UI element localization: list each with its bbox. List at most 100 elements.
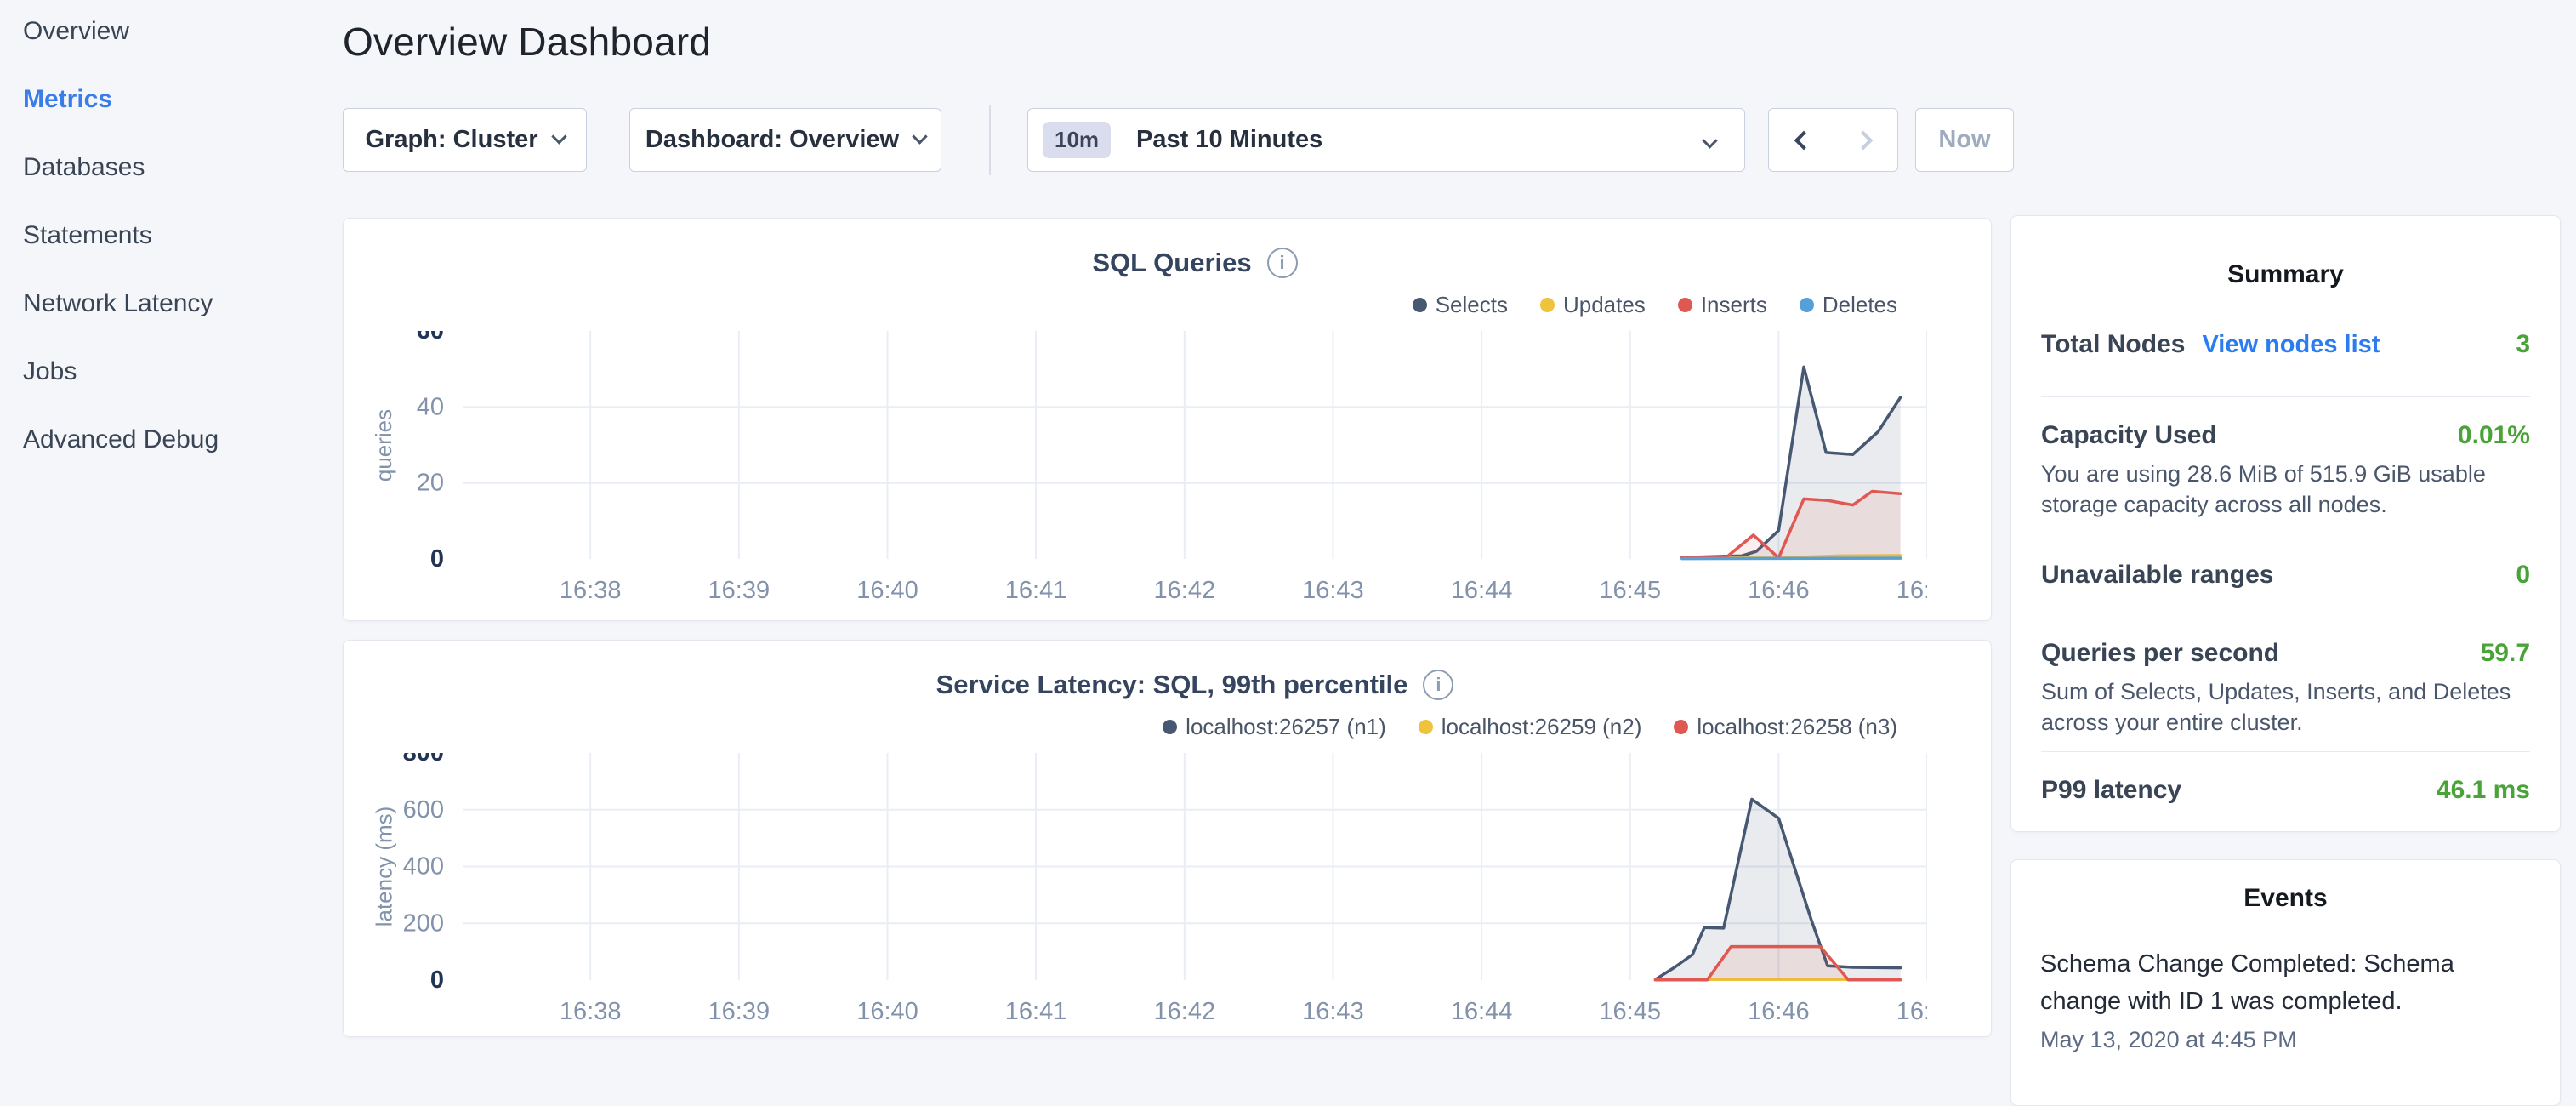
time-step-buttons	[1768, 108, 1898, 172]
sidebar: Overview Metrics Databases Statements Networ…	[23, 19, 329, 495]
svg-text:16:45: 16:45	[1599, 577, 1661, 604]
svg-text:40: 40	[417, 393, 444, 420]
svg-text:20: 20	[417, 470, 444, 497]
time-back-button[interactable]	[1769, 109, 1834, 171]
svg-text:16:38: 16:38	[560, 577, 622, 604]
sidebar-item-jobs[interactable]: Jobs	[23, 359, 329, 385]
event-item[interactable]: Schema Change Completed: Schema change w…	[2011, 945, 2560, 1053]
chevron-left-icon	[1794, 130, 1813, 150]
summary-panel: Summary Total Nodes View nodes list 3 Ca…	[2010, 215, 2561, 832]
total-nodes-label: Total Nodes	[2041, 330, 2185, 359]
svg-text:16:40: 16:40	[856, 998, 918, 1025]
sidebar-item-overview[interactable]: Overview	[23, 19, 329, 44]
svg-text:16:44: 16:44	[1451, 577, 1513, 604]
capacity-label: Capacity Used	[2041, 421, 2217, 450]
now-button[interactable]: Now	[1915, 108, 2014, 172]
svg-text:16:42: 16:42	[1154, 577, 1216, 604]
chevron-down-icon	[551, 128, 566, 144]
legend-item: localhost:26258 (n3)	[1674, 714, 1897, 740]
svg-text:400: 400	[403, 853, 444, 881]
qps-label: Queries per second	[2041, 639, 2279, 668]
event-text: Schema Change Completed: Schema change w…	[2040, 945, 2531, 1020]
qps-value: 59.7	[2481, 639, 2530, 668]
now-button-label: Now	[1938, 126, 1990, 154]
summary-row-qps: Queries per second 59.7 Sum of Selects, …	[2041, 613, 2530, 752]
series-dot-icon	[1678, 298, 1692, 312]
sidebar-item-statements[interactable]: Statements	[23, 223, 329, 248]
svg-text:16:39: 16:39	[708, 577, 771, 604]
time-range-label: Past 10 Minutes	[1136, 126, 1322, 154]
sidebar-item-databases[interactable]: Databases	[23, 155, 329, 180]
events-panel: Events Schema Change Completed: Schema c…	[2010, 859, 2561, 1106]
chevron-down-icon	[912, 128, 927, 144]
chart-title: SQL Queries	[1092, 248, 1251, 278]
p99-latency-label: P99 latency	[2041, 776, 2181, 805]
series-dot-icon	[1163, 720, 1177, 734]
time-range-badge: 10m	[1043, 122, 1111, 158]
qps-caption: Sum of Selects, Updates, Inserts, and De…	[2041, 676, 2530, 738]
svg-text:16:41: 16:41	[1005, 577, 1067, 604]
service-latency-chart-card: Service Latency: SQL, 99th percentile i …	[343, 640, 1992, 1037]
series-dot-icon	[1419, 720, 1433, 734]
chart-legend: localhost:26257 (n1) localhost:26259 (n2)…	[1163, 714, 1897, 740]
time-range-dropdown[interactable]: 10m Past 10 Minutes	[1027, 108, 1745, 172]
svg-text:0: 0	[430, 966, 444, 994]
dashboard-dropdown[interactable]: Dashboard: Overview	[629, 108, 941, 172]
sidebar-item-network-latency[interactable]: Network Latency	[23, 291, 329, 316]
info-icon[interactable]: i	[1267, 248, 1298, 278]
svg-text:16:46: 16:46	[1748, 998, 1810, 1025]
summary-row-total-nodes: Total Nodes View nodes list 3	[2041, 289, 2530, 397]
legend-item: Inserts	[1678, 292, 1767, 318]
svg-text:16:44: 16:44	[1451, 998, 1513, 1025]
legend-item: Deletes	[1800, 292, 1897, 318]
svg-text:16:45: 16:45	[1599, 998, 1661, 1025]
legend-item: localhost:26259 (n2)	[1419, 714, 1642, 740]
chart-legend: Selects Updates Inserts Deletes	[1413, 292, 1897, 318]
capacity-value: 0.01%	[2458, 421, 2530, 450]
svg-text:60: 60	[417, 331, 444, 345]
unavailable-ranges-value: 0	[2516, 561, 2530, 590]
svg-text:800: 800	[403, 753, 444, 767]
chevron-down-icon	[1702, 133, 1717, 148]
legend-item: Updates	[1540, 292, 1646, 318]
graph-dropdown-label: Graph: Cluster	[365, 126, 537, 154]
sql-queries-chart-card: SQL Queries i Selects Updates Inserts Delet…	[343, 218, 1992, 621]
legend-item: localhost:26257 (n1)	[1163, 714, 1386, 740]
svg-text:600: 600	[403, 796, 444, 824]
svg-text:16:43: 16:43	[1302, 998, 1364, 1025]
legend-item: Selects	[1413, 292, 1508, 318]
series-dot-icon	[1800, 298, 1814, 312]
events-title: Events	[2011, 884, 2560, 913]
service-latency-plot[interactable]: 020040060080016:3816:3916:4016:4116:4216…	[369, 753, 1927, 1034]
series-dot-icon	[1413, 298, 1427, 312]
svg-text:16:46: 16:46	[1748, 577, 1810, 604]
summary-title: Summary	[2011, 260, 2560, 289]
total-nodes-value: 3	[2516, 330, 2530, 359]
summary-row-capacity: Capacity Used 0.01% You are using 28.6 M…	[2041, 397, 2530, 539]
summary-row-unavailable: Unavailable ranges 0	[2041, 539, 2530, 613]
sidebar-item-advanced-debug[interactable]: Advanced Debug	[23, 427, 329, 453]
time-forward-button[interactable]	[1834, 109, 1898, 171]
svg-text:16:41: 16:41	[1005, 998, 1067, 1025]
divider	[989, 105, 991, 175]
page-title: Overview Dashboard	[343, 19, 711, 65]
chart-title: Service Latency: SQL, 99th percentile	[936, 670, 1408, 700]
view-nodes-list-link[interactable]: View nodes list	[2202, 331, 2380, 359]
p99-latency-value: 46.1 ms	[2437, 776, 2530, 805]
svg-text:16:40: 16:40	[856, 577, 918, 604]
summary-row-p99: P99 latency 46.1 ms	[2041, 752, 2530, 830]
chevron-right-icon	[1853, 130, 1873, 150]
svg-text:0: 0	[430, 545, 444, 573]
svg-text:16:47: 16:47	[1896, 577, 1927, 604]
svg-text:16:38: 16:38	[560, 998, 622, 1025]
info-icon[interactable]: i	[1423, 670, 1453, 700]
dashboard-dropdown-label: Dashboard: Overview	[645, 126, 899, 154]
svg-text:16:39: 16:39	[708, 998, 771, 1025]
capacity-caption: You are using 28.6 MiB of 515.9 GiB usab…	[2041, 459, 2530, 520]
svg-text:200: 200	[403, 909, 444, 937]
series-dot-icon	[1540, 298, 1555, 312]
sql-queries-plot[interactable]: 020406016:3816:3916:4016:4116:4216:4316:…	[369, 331, 1927, 613]
graph-dropdown[interactable]: Graph: Cluster	[343, 108, 587, 172]
sidebar-item-metrics[interactable]: Metrics	[23, 87, 329, 112]
svg-text:16:47: 16:47	[1896, 998, 1927, 1025]
